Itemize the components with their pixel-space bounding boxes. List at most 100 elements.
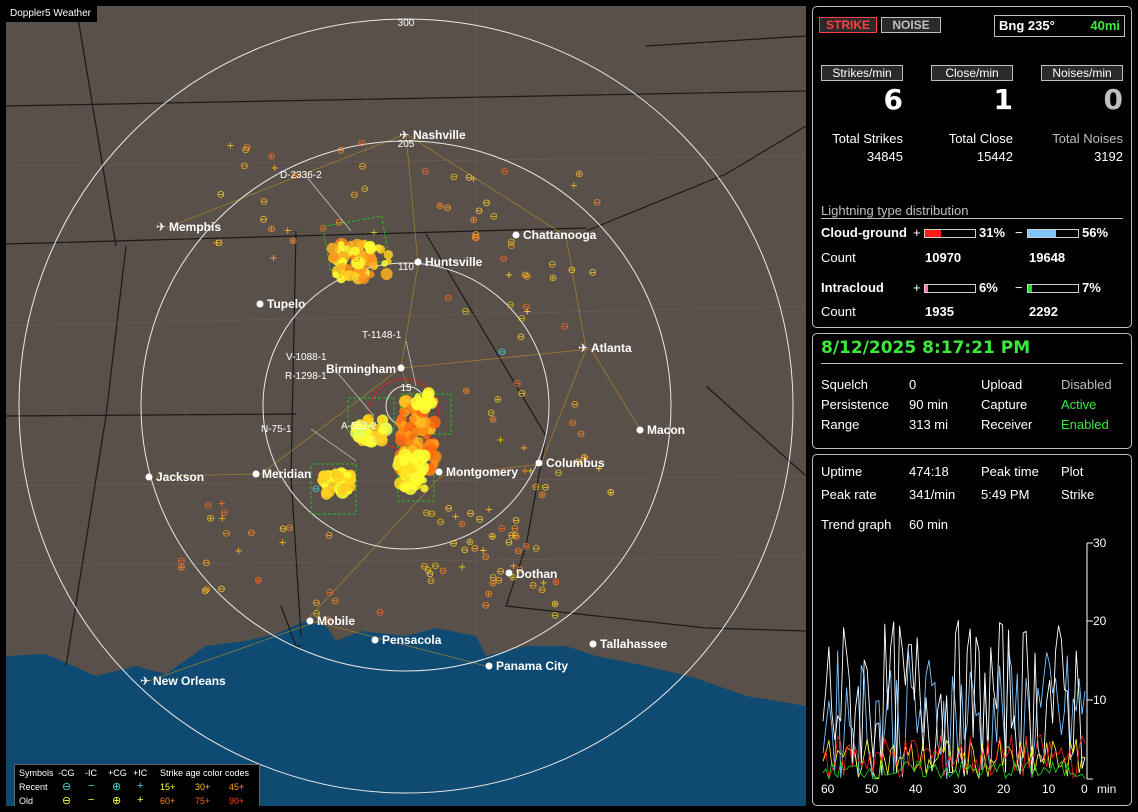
strike-marker: ⊖ [428, 509, 436, 520]
receiver-value[interactable]: Enabled [1061, 417, 1109, 432]
strike-marker: ⊖ [482, 198, 490, 209]
strike-marker: + [370, 228, 378, 239]
city-label: Mobile [317, 614, 355, 628]
strike-blob [346, 481, 356, 492]
strike-blob [330, 469, 341, 480]
close-per-min-value: 1 [993, 83, 1013, 116]
strike-marker: ⊖ [286, 523, 294, 534]
pos-cg-old-icon: ⊕ [112, 795, 122, 806]
strike-marker: ⊖ [517, 332, 525, 343]
legend-old-label: Old [19, 796, 34, 806]
strike-marker: + [496, 435, 504, 446]
map-canvas[interactable]: 300 205 110 15 ⊖⊖⊖+⊖⊕⊖⊖⊖+⊕⊖+⊖⊖⊖+⊖⊖⊖+⊕⊖+⊖… [6, 6, 806, 806]
neg-cg-recent-icon: ⊖ [62, 781, 72, 793]
range-setting-value[interactable]: 313 mi [909, 417, 948, 432]
ic-positive-bar [924, 284, 976, 293]
ic-negative-bar [1027, 284, 1079, 293]
total-close-value: 15442 [976, 149, 1013, 164]
strike-blob [420, 484, 429, 493]
y-tick-label: 30 [1093, 536, 1107, 550]
ring-label: 15 [400, 383, 412, 394]
strike-marker: + [458, 562, 466, 573]
city-label: Tupelo [267, 297, 305, 311]
capture-value[interactable]: Active [1061, 397, 1096, 412]
strike-blob [364, 242, 377, 255]
storm-label: V-1088-1 [286, 352, 327, 363]
strikes-per-min-value: 6 [883, 83, 903, 116]
airport-icon: ✈ [399, 128, 409, 142]
strike-marker: ⊖ [506, 300, 514, 311]
strike-marker: ⊖ [202, 558, 210, 569]
close-per-min-label[interactable]: Close/min [931, 65, 1013, 81]
strike-marker: ⊖ [215, 238, 223, 249]
city-dot [512, 231, 520, 239]
strike-marker: ⊖ [507, 241, 515, 252]
strike-blob [337, 241, 345, 248]
strike-marker: ⊕ [469, 215, 477, 226]
squelch-label: Squelch [821, 377, 868, 392]
strike-marker: + [505, 270, 513, 281]
x-tick-label: 60 [821, 782, 835, 796]
upload-label: Upload [981, 377, 1023, 392]
city-dot [435, 468, 443, 476]
strikes-per-min-label[interactable]: Strikes/min [821, 65, 903, 81]
strike-marker: ⊖ [201, 586, 209, 597]
strike-marker: ⊖ [426, 569, 434, 580]
airport-icon: ✈ [140, 674, 150, 688]
strike-blob [376, 245, 386, 254]
strike-blob [339, 250, 346, 258]
strike-marker: ⊖ [541, 483, 549, 494]
squelch-value[interactable]: 0 [909, 377, 916, 392]
strike-blob [380, 267, 393, 280]
neg-cg-old-icon: ⊖ [62, 795, 72, 806]
strike-marker: ⊖ [577, 429, 585, 440]
strike-marker: ⊖ [204, 500, 212, 511]
city-label: Birmingham [326, 362, 396, 376]
legend-recent-label: Recent [19, 782, 48, 792]
x-tick-label: 50 [865, 782, 879, 796]
bearing-range-box[interactable]: Bng 235° 40mi [994, 15, 1125, 37]
strike-blob [409, 414, 417, 423]
strike-marker: ⊖ [593, 197, 601, 208]
persistence-value[interactable]: 90 min [909, 397, 948, 412]
strike-blob [395, 434, 407, 447]
ic-minus-sign: − [1015, 280, 1023, 295]
stats-panel: STRIKE NOISE Bng 235° 40mi Strikes/min C… [812, 6, 1132, 328]
x-tick-label: 10 [1042, 782, 1056, 796]
strike-markers: ⊖⊖⊖+⊖⊕⊖⊖⊖+⊕⊖+⊖⊖⊖+⊖⊖⊖+⊕⊖+⊖⊖ ⊖⊖⊖⊕⊖⊕⊖+⊖⊖⊖⊖+⊕… [177, 138, 615, 626]
status-divider [821, 363, 1123, 364]
strike-marker: ⊖ [532, 544, 540, 555]
strike-blob [329, 251, 339, 262]
cloud-ground-label: Cloud-ground [821, 225, 907, 240]
strike-marker: ⊕ [466, 537, 474, 548]
strike-marker: + [234, 546, 242, 557]
strike-marker: ⊖ [240, 161, 248, 172]
strike-marker: ⊖ [568, 265, 576, 276]
strike-marker: ⊖ [571, 400, 579, 411]
distribution-title: Lightning type distribution [821, 203, 969, 218]
plot-value[interactable]: Strike [1061, 487, 1094, 502]
strike-marker: ⊖ [512, 516, 520, 527]
strike-mode-button[interactable]: STRIKE [819, 17, 877, 33]
strike-blob [332, 271, 339, 279]
strike-blob [343, 270, 355, 282]
county-lines [6, 6, 806, 686]
plot-label: Plot [1061, 464, 1084, 479]
peak-time-value: 5:49 PM [981, 487, 1030, 502]
strike-blob [358, 273, 370, 285]
upload-value[interactable]: Disabled [1061, 377, 1112, 392]
persistence-label: Persistence [821, 397, 889, 412]
strike-marker: ⊕ [522, 542, 530, 553]
city-label: Columbus [546, 456, 605, 470]
trend-graph-value[interactable]: 60 min [909, 517, 948, 532]
cg-negative-bar [1027, 229, 1079, 238]
noises-per-min-value: 0 [1103, 83, 1123, 116]
strike-marker: ⊖ [358, 138, 366, 149]
legend-pos-cg: +CG [108, 768, 127, 778]
noises-per-min-label[interactable]: Noises/min [1041, 65, 1123, 81]
trend-panel: Uptime 474:18 Peak time Plot Peak rate 3… [812, 454, 1132, 806]
noise-mode-button[interactable]: NOISE [881, 17, 941, 33]
strike-marker: + [271, 163, 279, 174]
storm-label: R-1298-1 [285, 371, 327, 382]
lightning-map[interactable]: 300 205 110 15 ⊖ ⊖ ⊖ + ⊖ ⊕ ⊖ ⊖ ⊖ + ⊕ ⊖ + ⊖ ⊖ ⊖ + ⊖ ⊖ ⊖ + ⊕ ⊖ + ⊖… [6, 6, 806, 806]
